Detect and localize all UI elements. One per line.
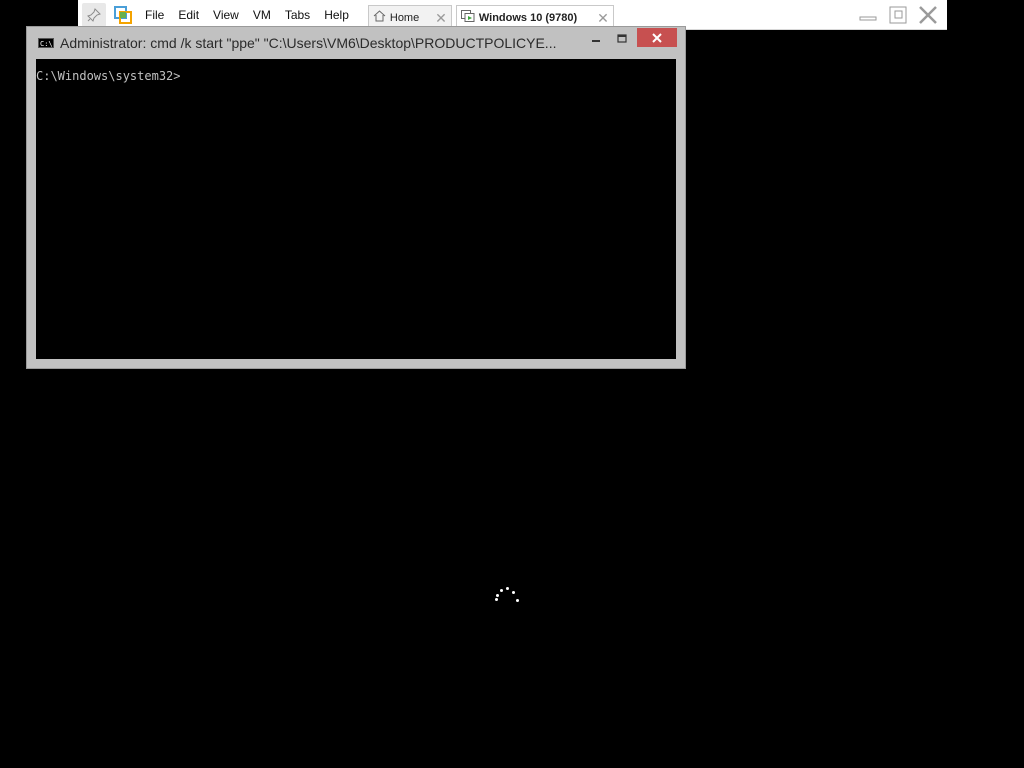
- restore-icon[interactable]: [883, 2, 913, 28]
- console-output-area[interactable]: C:\Windows\system32>: [36, 59, 676, 359]
- tab-windows-10-close-icon[interactable]: ✕: [597, 11, 609, 25]
- command-prompt-window[interactable]: C:\ Administrator: cmd /k start "ppe" "C…: [26, 26, 686, 369]
- minimize-icon[interactable]: [853, 2, 883, 28]
- loading-spinner-icon: [492, 584, 524, 608]
- tab-windows-10-label: Windows 10 (9780): [478, 11, 578, 24]
- vm-screen: File Edit View VM Tabs Help Home ✕ Windo…: [0, 0, 1024, 768]
- tab-home-label: Home: [389, 11, 420, 24]
- home-icon: [373, 10, 386, 25]
- console-maximize-icon[interactable]: [609, 31, 635, 47]
- command-prompt-title-bar[interactable]: C:\ Administrator: cmd /k start "ppe" "C…: [27, 27, 685, 59]
- tab-home-close-icon[interactable]: ✕: [435, 11, 447, 25]
- console-minimize-icon[interactable]: [583, 31, 609, 47]
- console-close-icon[interactable]: [637, 28, 677, 47]
- command-prompt-title: Administrator: cmd /k start "ppe" "C:\Us…: [60, 35, 557, 51]
- command-prompt-icon: C:\: [38, 38, 54, 48]
- vmware-logo-icon[interactable]: [112, 4, 134, 26]
- pin-icon[interactable]: [82, 2, 106, 27]
- vm-icon: [460, 10, 475, 25]
- close-icon[interactable]: [913, 2, 943, 28]
- console-prompt: C:\Windows\system32>: [36, 69, 181, 83]
